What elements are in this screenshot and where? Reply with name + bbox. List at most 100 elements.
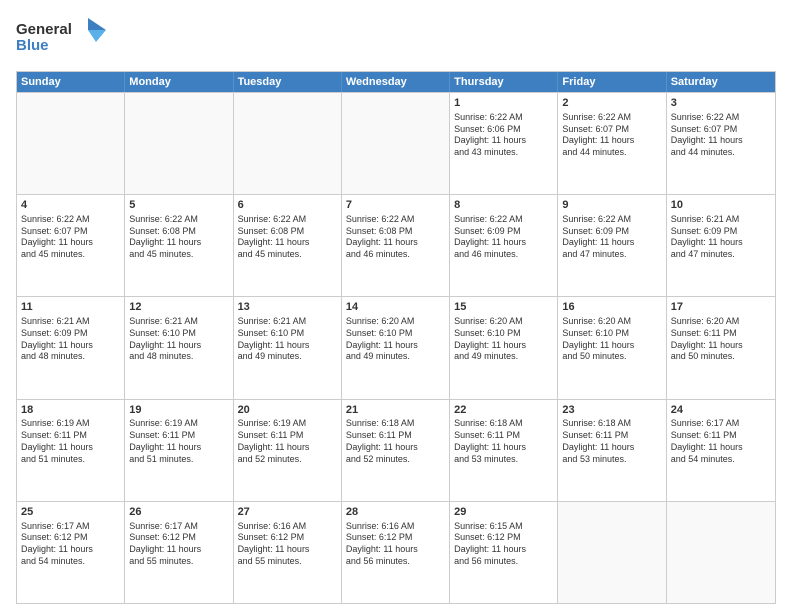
week-row-4: 25 Sunrise: 6:17 AM Sunset: 6:12 PM Dayli… bbox=[17, 501, 775, 603]
calendar: SundayMondayTuesdayWednesdayThursdayFrid… bbox=[16, 71, 776, 604]
cal-cell: 19Sunrise: 6:19 AM Sunset: 6:11 PM Dayli… bbox=[125, 400, 233, 501]
cal-cell: 12Sunrise: 6:21 AM Sunset: 6:10 PM Dayli… bbox=[125, 297, 233, 398]
cal-cell: 20Sunrise: 6:19 AM Sunset: 6:11 PM Dayli… bbox=[234, 400, 342, 501]
cal-cell: 18Sunrise: 6:19 AM Sunset: 6:11 PM Dayli… bbox=[17, 400, 125, 501]
week-row-2: 11Sunrise: 6:21 AM Sunset: 6:09 PM Dayli… bbox=[17, 296, 775, 398]
cal-cell: 11Sunrise: 6:21 AM Sunset: 6:09 PM Dayli… bbox=[17, 297, 125, 398]
day-number: 13 bbox=[238, 300, 337, 315]
header-day-thursday: Thursday bbox=[450, 72, 558, 92]
cell-info: Sunrise: 6:22 AM Sunset: 6:06 PM Dayligh… bbox=[454, 112, 553, 159]
cal-cell: 23Sunrise: 6:18 AM Sunset: 6:11 PM Dayli… bbox=[558, 400, 666, 501]
cell-info: Sunrise: 6:22 AM Sunset: 6:08 PM Dayligh… bbox=[346, 214, 445, 261]
cal-cell: 21Sunrise: 6:18 AM Sunset: 6:11 PM Dayli… bbox=[342, 400, 450, 501]
svg-text:Blue: Blue bbox=[16, 37, 49, 54]
cal-cell bbox=[234, 93, 342, 194]
cell-info: Sunrise: 6:20 AM Sunset: 6:10 PM Dayligh… bbox=[562, 316, 661, 363]
logo-content: General Blue bbox=[16, 16, 106, 65]
cal-cell bbox=[558, 502, 666, 603]
cell-info: Sunrise: 6:22 AM Sunset: 6:08 PM Dayligh… bbox=[238, 214, 337, 261]
cal-cell: 22Sunrise: 6:18 AM Sunset: 6:11 PM Dayli… bbox=[450, 400, 558, 501]
cal-cell: 3Sunrise: 6:22 AM Sunset: 6:07 PM Daylig… bbox=[667, 93, 775, 194]
cal-cell: 15Sunrise: 6:20 AM Sunset: 6:10 PM Dayli… bbox=[450, 297, 558, 398]
cal-cell bbox=[342, 93, 450, 194]
day-number: 21 bbox=[346, 403, 445, 418]
cell-info: Sunrise: 6:19 AM Sunset: 6:11 PM Dayligh… bbox=[21, 418, 120, 465]
day-number: 20 bbox=[238, 403, 337, 418]
logo: General Blue bbox=[16, 16, 106, 65]
cell-info: Sunrise: 6:21 AM Sunset: 6:10 PM Dayligh… bbox=[129, 316, 228, 363]
cal-cell: 25Sunrise: 6:17 AM Sunset: 6:12 PM Dayli… bbox=[17, 502, 125, 603]
week-row-1: 4Sunrise: 6:22 AM Sunset: 6:07 PM Daylig… bbox=[17, 194, 775, 296]
day-number: 8 bbox=[454, 198, 553, 213]
cal-cell bbox=[17, 93, 125, 194]
cell-info: Sunrise: 6:21 AM Sunset: 6:09 PM Dayligh… bbox=[21, 316, 120, 363]
cell-info: Sunrise: 6:16 AM Sunset: 6:12 PM Dayligh… bbox=[238, 521, 337, 568]
cal-cell: 28Sunrise: 6:16 AM Sunset: 6:12 PM Dayli… bbox=[342, 502, 450, 603]
cell-info: Sunrise: 6:18 AM Sunset: 6:11 PM Dayligh… bbox=[454, 418, 553, 465]
day-number: 14 bbox=[346, 300, 445, 315]
week-row-3: 18Sunrise: 6:19 AM Sunset: 6:11 PM Dayli… bbox=[17, 399, 775, 501]
day-number: 12 bbox=[129, 300, 228, 315]
cell-info: Sunrise: 6:17 AM Sunset: 6:12 PM Dayligh… bbox=[129, 521, 228, 568]
day-number: 4 bbox=[21, 198, 120, 213]
day-number: 3 bbox=[671, 96, 771, 111]
day-number: 18 bbox=[21, 403, 120, 418]
day-number: 17 bbox=[671, 300, 771, 315]
cell-info: Sunrise: 6:20 AM Sunset: 6:11 PM Dayligh… bbox=[671, 316, 771, 363]
cal-cell: 16Sunrise: 6:20 AM Sunset: 6:10 PM Dayli… bbox=[558, 297, 666, 398]
cell-info: Sunrise: 6:19 AM Sunset: 6:11 PM Dayligh… bbox=[129, 418, 228, 465]
cell-info: Sunrise: 6:18 AM Sunset: 6:11 PM Dayligh… bbox=[562, 418, 661, 465]
cell-info: Sunrise: 6:22 AM Sunset: 6:07 PM Dayligh… bbox=[562, 112, 661, 159]
cal-cell: 7Sunrise: 6:22 AM Sunset: 6:08 PM Daylig… bbox=[342, 195, 450, 296]
day-number: 27 bbox=[238, 505, 337, 520]
cal-cell: 29Sunrise: 6:15 AM Sunset: 6:12 PM Dayli… bbox=[450, 502, 558, 603]
day-number: 1 bbox=[454, 96, 553, 111]
cell-info: Sunrise: 6:15 AM Sunset: 6:12 PM Dayligh… bbox=[454, 521, 553, 568]
page: General Blue SundayMondayTuesdayWednesda… bbox=[0, 0, 792, 612]
header-day-monday: Monday bbox=[125, 72, 233, 92]
cell-info: Sunrise: 6:18 AM Sunset: 6:11 PM Dayligh… bbox=[346, 418, 445, 465]
day-number: 25 bbox=[21, 505, 120, 520]
week-row-0: 1Sunrise: 6:22 AM Sunset: 6:06 PM Daylig… bbox=[17, 92, 775, 194]
day-number: 19 bbox=[129, 403, 228, 418]
cal-cell: 1Sunrise: 6:22 AM Sunset: 6:06 PM Daylig… bbox=[450, 93, 558, 194]
day-number: 7 bbox=[346, 198, 445, 213]
cal-cell: 8Sunrise: 6:22 AM Sunset: 6:09 PM Daylig… bbox=[450, 195, 558, 296]
cal-cell: 5Sunrise: 6:22 AM Sunset: 6:08 PM Daylig… bbox=[125, 195, 233, 296]
day-number: 16 bbox=[562, 300, 661, 315]
cal-cell: 13Sunrise: 6:21 AM Sunset: 6:10 PM Dayli… bbox=[234, 297, 342, 398]
cal-cell bbox=[667, 502, 775, 603]
cell-info: Sunrise: 6:21 AM Sunset: 6:10 PM Dayligh… bbox=[238, 316, 337, 363]
cal-cell: 24Sunrise: 6:17 AM Sunset: 6:11 PM Dayli… bbox=[667, 400, 775, 501]
cal-cell: 9Sunrise: 6:22 AM Sunset: 6:09 PM Daylig… bbox=[558, 195, 666, 296]
cal-cell: 2Sunrise: 6:22 AM Sunset: 6:07 PM Daylig… bbox=[558, 93, 666, 194]
calendar-body: 1Sunrise: 6:22 AM Sunset: 6:06 PM Daylig… bbox=[17, 92, 775, 603]
cell-info: Sunrise: 6:20 AM Sunset: 6:10 PM Dayligh… bbox=[454, 316, 553, 363]
calendar-header: SundayMondayTuesdayWednesdayThursdayFrid… bbox=[17, 72, 775, 92]
cal-cell: 4Sunrise: 6:22 AM Sunset: 6:07 PM Daylig… bbox=[17, 195, 125, 296]
logo-svg: General Blue bbox=[16, 16, 106, 60]
day-number: 29 bbox=[454, 505, 553, 520]
day-number: 6 bbox=[238, 198, 337, 213]
header-day-saturday: Saturday bbox=[667, 72, 775, 92]
cal-cell: 17Sunrise: 6:20 AM Sunset: 6:11 PM Dayli… bbox=[667, 297, 775, 398]
header-day-friday: Friday bbox=[558, 72, 666, 92]
cal-cell: 14Sunrise: 6:20 AM Sunset: 6:10 PM Dayli… bbox=[342, 297, 450, 398]
cal-cell: 10Sunrise: 6:21 AM Sunset: 6:09 PM Dayli… bbox=[667, 195, 775, 296]
day-number: 22 bbox=[454, 403, 553, 418]
cal-cell: 6Sunrise: 6:22 AM Sunset: 6:08 PM Daylig… bbox=[234, 195, 342, 296]
svg-text:General: General bbox=[16, 21, 72, 38]
day-number: 9 bbox=[562, 198, 661, 213]
day-number: 2 bbox=[562, 96, 661, 111]
cell-info: Sunrise: 6:22 AM Sunset: 6:07 PM Dayligh… bbox=[21, 214, 120, 261]
cal-cell: 27Sunrise: 6:16 AM Sunset: 6:12 PM Dayli… bbox=[234, 502, 342, 603]
day-number: 15 bbox=[454, 300, 553, 315]
day-number: 24 bbox=[671, 403, 771, 418]
cell-info: Sunrise: 6:22 AM Sunset: 6:08 PM Dayligh… bbox=[129, 214, 228, 261]
cell-info: Sunrise: 6:19 AM Sunset: 6:11 PM Dayligh… bbox=[238, 418, 337, 465]
cell-info: Sunrise: 6:21 AM Sunset: 6:09 PM Dayligh… bbox=[671, 214, 771, 261]
cell-info: Sunrise: 6:20 AM Sunset: 6:10 PM Dayligh… bbox=[346, 316, 445, 363]
cell-info: Sunrise: 6:22 AM Sunset: 6:09 PM Dayligh… bbox=[454, 214, 553, 261]
day-number: 11 bbox=[21, 300, 120, 315]
cal-cell: 26Sunrise: 6:17 AM Sunset: 6:12 PM Dayli… bbox=[125, 502, 233, 603]
